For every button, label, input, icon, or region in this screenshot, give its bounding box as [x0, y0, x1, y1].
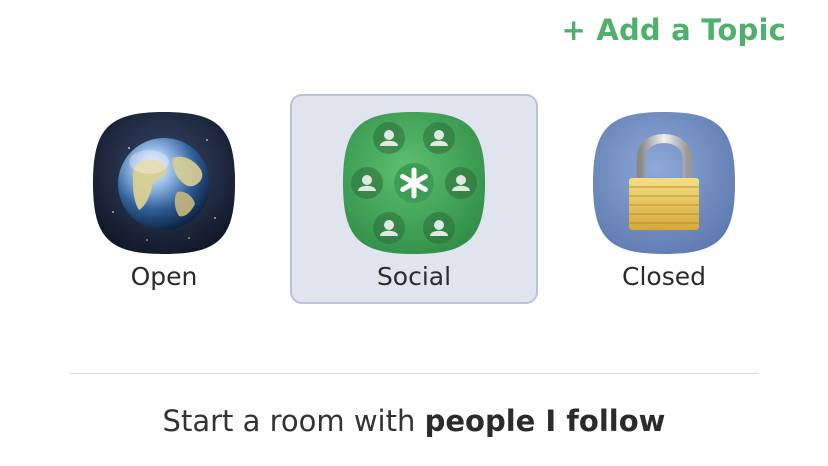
divider: [70, 373, 758, 374]
social-icon: [343, 112, 485, 254]
room-type-open[interactable]: Open: [40, 94, 288, 304]
room-type-closed[interactable]: Closed: [540, 94, 788, 304]
room-type-label: Open: [130, 262, 198, 291]
lock-icon: [593, 112, 735, 254]
room-type-social[interactable]: Social: [290, 94, 538, 304]
add-topic-button[interactable]: + Add a Topic: [562, 10, 786, 50]
room-type-label: Closed: [622, 262, 706, 291]
room-type-label: Social: [376, 262, 452, 291]
start-room-audience: people I follow: [424, 404, 666, 438]
start-room-prefix: Start a room with: [162, 404, 425, 438]
start-room-with-followed-button[interactable]: Start a room with people I follow: [0, 404, 828, 438]
globe-icon: [93, 112, 235, 254]
